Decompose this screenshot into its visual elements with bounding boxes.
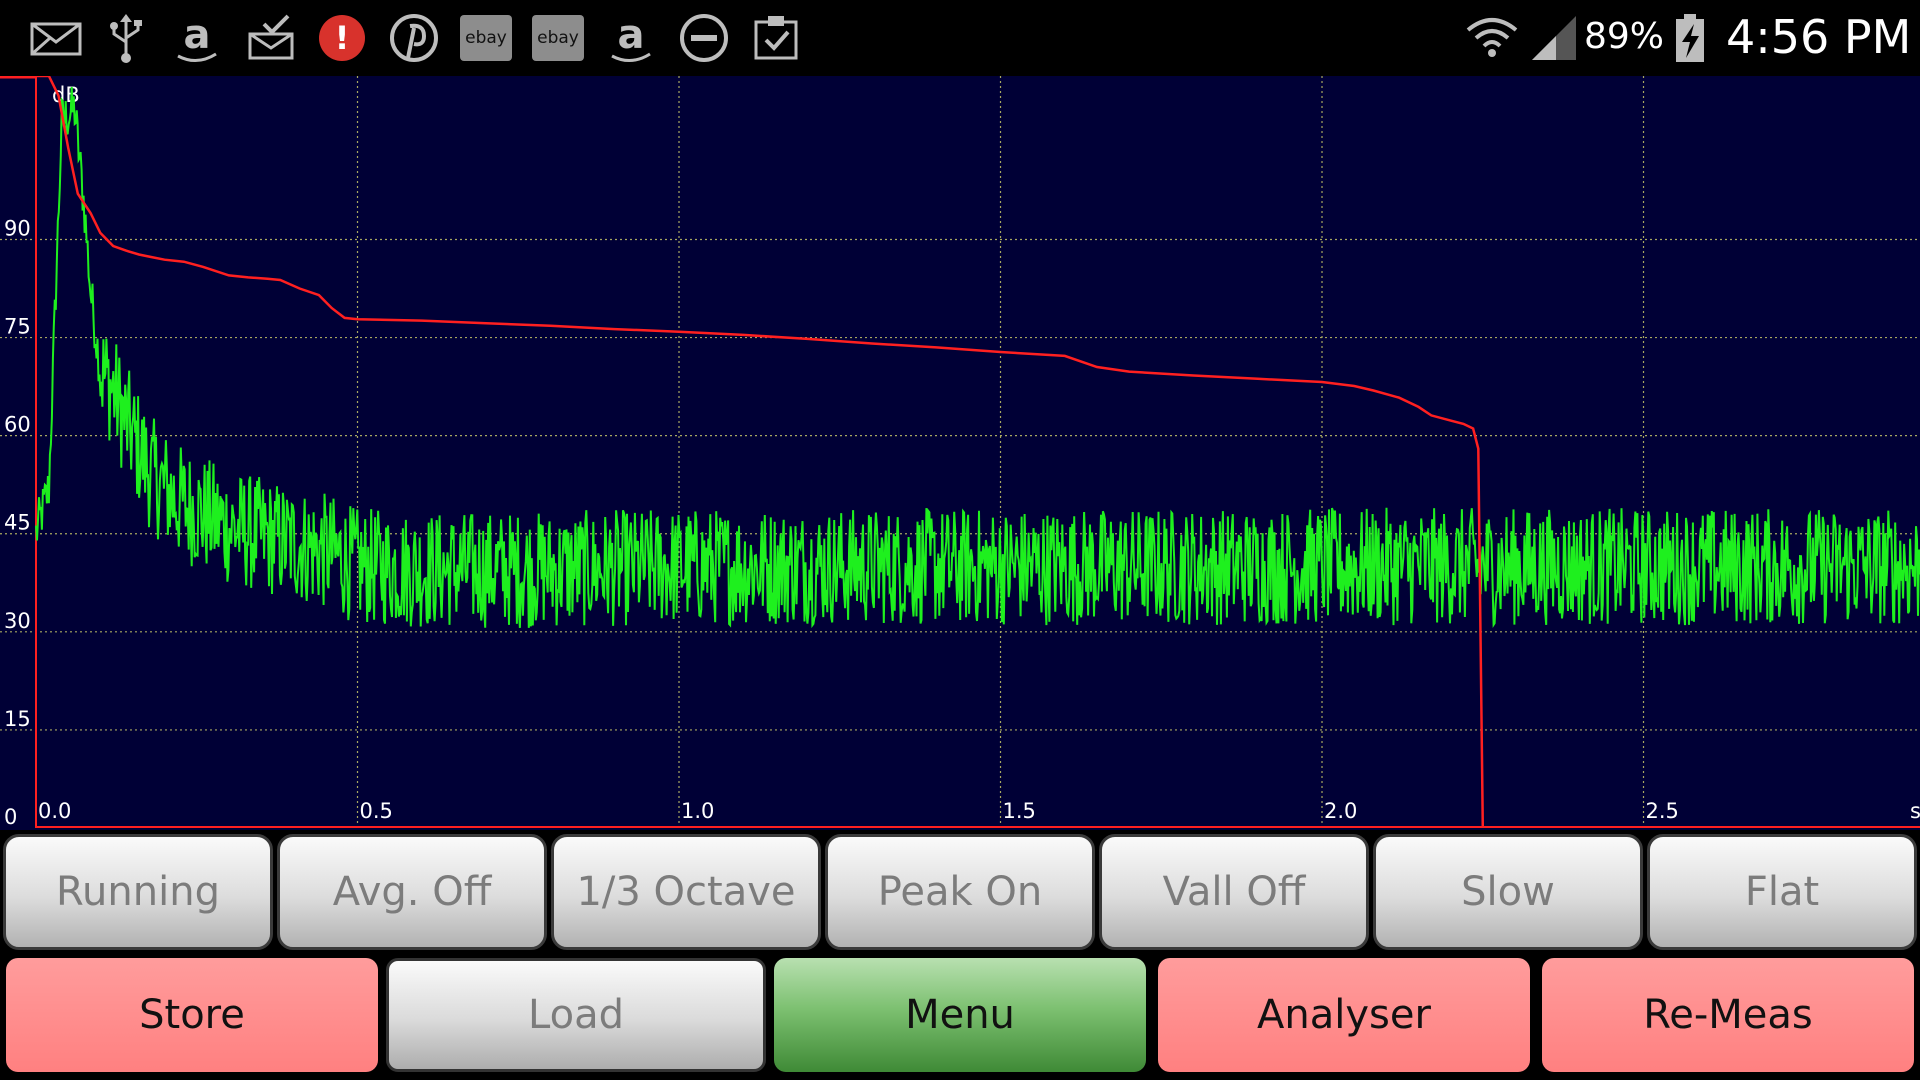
- store-button[interactable]: Store: [6, 958, 378, 1072]
- mail-icon: [30, 22, 82, 56]
- vall-button[interactable]: Vall Off: [1099, 834, 1369, 950]
- octave-button[interactable]: 1/3 Octave: [551, 834, 821, 950]
- avg-button[interactable]: Avg. Off: [277, 834, 547, 950]
- svg-text:a: a: [184, 12, 211, 58]
- y-tick-label: 45: [4, 511, 31, 535]
- x-axis-label: s: [1910, 799, 1920, 823]
- peak-button[interactable]: Peak On: [825, 834, 1095, 950]
- inbox-download-icon: [248, 14, 294, 60]
- alert-icon: !: [319, 15, 365, 61]
- pinterest-icon: [390, 14, 438, 62]
- signal-icon: [1532, 16, 1576, 60]
- y-tick-label: 90: [4, 216, 31, 240]
- do-not-disturb-icon: [680, 14, 728, 62]
- reverb-decay-chart: 01530456075900.0 0.5 1.0 1.5 2.0 2.5 dB s: [0, 76, 1920, 830]
- ebay-icon: ebay: [460, 15, 512, 61]
- x-tick-label: 1.0: [681, 799, 714, 823]
- re-meas-button[interactable]: Re-Meas: [1542, 958, 1914, 1072]
- plot-background: [0, 76, 1920, 830]
- ebay-icon: ebay: [532, 15, 584, 61]
- amazon-icon: a: [177, 12, 217, 62]
- running-button[interactable]: Running: [3, 834, 273, 950]
- svg-text:a: a: [618, 12, 645, 58]
- x-tick-label: 0.5: [360, 799, 393, 823]
- y-tick-label: 30: [4, 609, 31, 633]
- x-tick-label: 1.5: [1003, 799, 1036, 823]
- weighting-button[interactable]: Flat: [1647, 834, 1917, 950]
- battery-charging-icon: [1676, 14, 1704, 62]
- clock: 4:56 PM: [1726, 10, 1912, 64]
- battery-percent: 89%: [1584, 16, 1665, 57]
- speed-button[interactable]: Slow: [1373, 834, 1643, 950]
- amazon-icon: a: [611, 12, 651, 62]
- analyser-button[interactable]: Analyser: [1158, 958, 1530, 1072]
- load-button[interactable]: Load: [386, 958, 766, 1072]
- x-tick-label: 0.0: [38, 799, 71, 823]
- y-tick-label: 75: [4, 315, 31, 339]
- status-bar: a ! ebay ebay a 89% 4:56 PM: [0, 0, 1920, 76]
- y-tick-label: 15: [4, 707, 31, 731]
- menu-button[interactable]: Menu: [774, 958, 1146, 1072]
- wifi-icon: [1466, 18, 1518, 57]
- x-tick-label: 2.5: [1646, 799, 1679, 823]
- y-tick-label: 0: [4, 805, 17, 829]
- clipboard-check-icon: [754, 16, 798, 60]
- svg-text:!: !: [335, 19, 350, 57]
- y-tick-label: 60: [4, 413, 31, 437]
- usb-icon: [110, 14, 142, 63]
- control-row-1: Running Avg. Off 1/3 Octave Peak On Vall…: [0, 830, 1920, 954]
- x-tick-label: 2.0: [1324, 799, 1357, 823]
